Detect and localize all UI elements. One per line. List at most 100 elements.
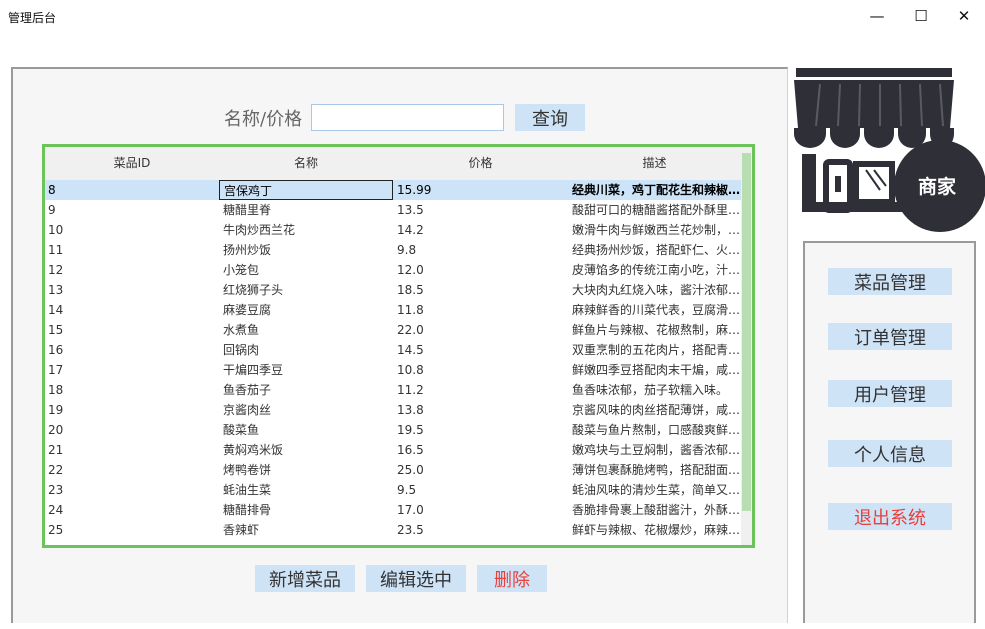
table-row[interactable]: 13 红烧狮子头 18.5 大块肉丸红烧入味，酱汁浓郁… <box>45 280 741 300</box>
table-row[interactable]: 9 糖醋里脊 13.5 酸甜可口的糖醋酱搭配外酥里… <box>45 200 741 220</box>
cell-id: 19 <box>48 403 64 417</box>
cell-description: 麻辣鲜香的川菜代表，豆腐滑… <box>572 303 741 317</box>
minimize-button[interactable]: — <box>854 0 900 32</box>
cell-id: 12 <box>48 263 64 277</box>
table-body: 8 宫保鸡丁 15.99 经典川菜，鸡丁配花生和辣椒… 9 糖醋里脊 13.5 酸甜可口的糖醋… <box>45 180 741 540</box>
cell-id: 13 <box>48 283 64 297</box>
cell-price: 23.5 <box>397 523 424 537</box>
column-header-price[interactable]: 价格 <box>393 147 568 180</box>
cell-description: 鲜虾与辣椒、花椒爆炒，麻辣… <box>572 523 741 537</box>
table-row[interactable]: 25 香辣虾 23.5 鲜虾与辣椒、花椒爆炒，麻辣… <box>45 520 741 540</box>
table-row[interactable]: 23 蚝油生菜 9.5 蚝油风味的清炒生菜，简单又… <box>45 480 741 500</box>
cell-description: 鲜鱼片与辣椒、花椒熬制，麻… <box>572 323 741 337</box>
cell-description: 嫩滑牛肉与鲜嫩西兰花炒制，… <box>572 223 741 237</box>
merchant-logo: 商家 <box>790 66 985 236</box>
maximize-button[interactable]: ☐ <box>898 0 944 32</box>
cell-description: 酸甜可口的糖醋酱搭配外酥里… <box>572 203 741 217</box>
storefront-icon <box>794 68 985 232</box>
table-row[interactable]: 12 小笼包 12.0 皮薄馅多的传统江南小吃，汁… <box>45 260 741 280</box>
cell-id: 15 <box>48 323 64 337</box>
cell-price: 22.0 <box>397 323 424 337</box>
cell-description: 香脆排骨裹上酸甜酱汁，外酥… <box>572 503 741 517</box>
cell-description: 薄饼包裹酥脆烤鸭，搭配甜面… <box>572 463 741 477</box>
table-row[interactable]: 17 干煸四季豆 10.8 鲜嫩四季豆搭配肉末干煸，咸… <box>45 360 741 380</box>
nav-user-management[interactable]: 用户管理 <box>828 380 952 407</box>
maximize-icon: ☐ <box>914 7 928 25</box>
merchant-badge-text: 商家 <box>918 176 957 198</box>
cell-name: 烤鸭卷饼 <box>223 463 272 477</box>
cell-id: 21 <box>48 443 64 457</box>
table-scrollbar[interactable] <box>741 147 752 545</box>
cell-name: 小笼包 <box>223 263 260 277</box>
table-row[interactable]: 11 扬州炒饭 9.8 经典扬州炒饭，搭配虾仁、火… <box>45 240 741 260</box>
close-button[interactable]: ✕ <box>941 0 985 32</box>
cell-name: 黄焖鸡米饭 <box>223 443 284 457</box>
add-dish-button[interactable]: 新增菜品 <box>255 565 355 592</box>
nav-logout[interactable]: 退出系统 <box>828 503 952 530</box>
cell-description: 鲜嫩四季豆搭配肉末干煸，咸… <box>572 363 741 377</box>
cell-price: 14.5 <box>397 343 424 357</box>
cell-name: 水煮鱼 <box>223 323 260 337</box>
edit-selected-button[interactable]: 编辑选中 <box>366 565 466 592</box>
table-row[interactable]: 8 宫保鸡丁 15.99 经典川菜，鸡丁配花生和辣椒… <box>45 180 741 200</box>
cell-price: 10.8 <box>397 363 424 377</box>
cell-price: 11.2 <box>397 383 424 397</box>
column-header-description[interactable]: 描述 <box>568 147 741 180</box>
cell-name: 回锅肉 <box>223 343 260 357</box>
column-header-name[interactable]: 名称 <box>219 147 393 180</box>
cell-name: 干煸四季豆 <box>223 363 284 377</box>
table-row[interactable]: 10 牛肉炒西兰花 14.2 嫩滑牛肉与鲜嫩西兰花炒制，… <box>45 220 741 240</box>
cell-price: 17.0 <box>397 503 424 517</box>
cell-id: 9 <box>48 203 56 217</box>
cell-name: 麻婆豆腐 <box>223 303 272 317</box>
cell-description: 京酱风味的肉丝搭配薄饼，咸… <box>572 403 741 417</box>
cell-id: 17 <box>48 363 64 377</box>
cell-description: 蚝油风味的清炒生菜，简单又… <box>572 483 741 497</box>
cell-id: 14 <box>48 303 64 317</box>
table-row[interactable]: 22 烤鸭卷饼 25.0 薄饼包裹酥脆烤鸭，搭配甜面… <box>45 460 741 480</box>
nav-order-management[interactable]: 订单管理 <box>828 323 952 350</box>
cell-name: 宫保鸡丁 <box>219 180 393 200</box>
table-row[interactable]: 18 鱼香茄子 11.2 鱼香味浓郁，茄子软糯入味。 <box>45 380 741 400</box>
table-row[interactable]: 21 黄焖鸡米饭 16.5 嫩鸡块与土豆焖制，酱香浓郁… <box>45 440 741 460</box>
cell-name: 蚝油生菜 <box>223 483 272 497</box>
cell-id: 25 <box>48 523 64 537</box>
cell-price: 9.5 <box>397 483 417 497</box>
cell-price: 13.8 <box>397 403 424 417</box>
cell-price: 19.5 <box>397 423 424 437</box>
cell-price: 25.0 <box>397 463 424 477</box>
cell-price: 9.8 <box>397 243 417 257</box>
table-row[interactable]: 20 酸菜鱼 19.5 酸菜与鱼片熬制，口感酸爽鲜… <box>45 420 741 440</box>
table-row[interactable]: 19 京酱肉丝 13.8 京酱风味的肉丝搭配薄饼，咸… <box>45 400 741 420</box>
cell-description: 皮薄馅多的传统江南小吃，汁… <box>572 263 741 277</box>
cell-price: 14.2 <box>397 223 424 237</box>
query-button[interactable]: 查询 <box>515 104 585 131</box>
table-row[interactable]: 16 回锅肉 14.5 双重烹制的五花肉片，搭配青… <box>45 340 741 360</box>
cell-name: 糖醋排骨 <box>223 503 272 517</box>
search-input[interactable] <box>311 104 504 131</box>
cell-name: 京酱肉丝 <box>223 403 272 417</box>
cell-name: 鱼香茄子 <box>223 383 272 397</box>
delete-button[interactable]: 删除 <box>477 565 547 592</box>
cell-description: 经典扬州炒饭，搭配虾仁、火… <box>572 243 741 257</box>
cell-id: 23 <box>48 483 64 497</box>
nav-profile[interactable]: 个人信息 <box>828 440 952 467</box>
table-row[interactable]: 14 麻婆豆腐 11.8 麻辣鲜香的川菜代表，豆腐滑… <box>45 300 741 320</box>
table-row[interactable]: 24 糖醋排骨 17.0 香脆排骨裹上酸甜酱汁，外酥… <box>45 500 741 520</box>
cell-id: 11 <box>48 243 64 257</box>
cell-id: 20 <box>48 423 64 437</box>
table-header: 菜品ID 名称 价格 描述 <box>45 147 741 180</box>
cell-description: 鱼香味浓郁，茄子软糯入味。 <box>572 383 729 397</box>
column-header-id[interactable]: 菜品ID <box>45 147 219 180</box>
cell-description: 经典川菜，鸡丁配花生和辣椒… <box>572 183 741 197</box>
cell-id: 24 <box>48 503 64 517</box>
cell-name: 扬州炒饭 <box>223 243 272 257</box>
cell-price: 13.5 <box>397 203 424 217</box>
cell-description: 双重烹制的五花肉片，搭配青… <box>572 343 741 357</box>
scrollbar-thumb[interactable] <box>742 153 751 511</box>
cell-price: 15.99 <box>397 183 432 197</box>
table-row[interactable]: 15 水煮鱼 22.0 鲜鱼片与辣椒、花椒熬制，麻… <box>45 320 741 340</box>
nav-dish-management[interactable]: 菜品管理 <box>828 268 952 295</box>
cell-description: 大块肉丸红烧入味，酱汁浓郁… <box>572 283 741 297</box>
minimize-icon: — <box>869 7 885 25</box>
